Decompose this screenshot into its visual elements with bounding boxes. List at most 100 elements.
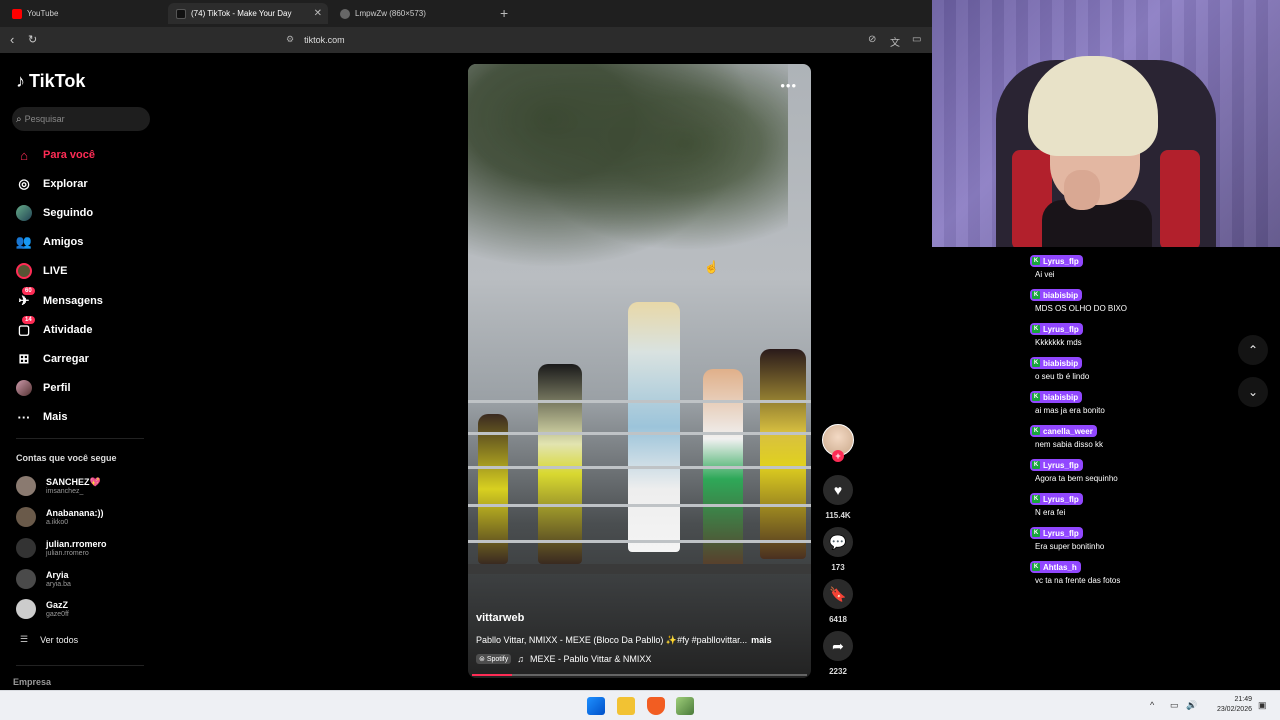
tray-chevron-icon[interactable]: ^	[1150, 700, 1154, 710]
followed-account[interactable]: SANCHEZ💖 imsanchez_	[16, 476, 101, 496]
compass-icon: ◎	[18, 176, 30, 191]
sidebar-item-more[interactable]: ··· Mais	[16, 408, 68, 426]
scroll-up-button[interactable]: ⌃	[1238, 335, 1268, 365]
chat-username[interactable]: K Lyrus_flp	[1030, 493, 1083, 505]
cast-icon[interactable]: ▭	[912, 34, 921, 45]
tab-image[interactable]: LmpwZw (860×573)	[332, 3, 492, 24]
tab-tiktok[interactable]: (74) TikTok - Make Your Day ✕	[168, 3, 328, 24]
minecraft-icon[interactable]	[676, 697, 694, 715]
notification-icon[interactable]: ▣	[1258, 700, 1267, 711]
music-title: MEXE - Pabllo Vittar & NMIXX	[529, 654, 652, 664]
volume-icon[interactable]: 🔊	[1186, 700, 1197, 711]
url-field[interactable]: ⚙ tiktok.com	[286, 34, 345, 45]
chat-message-text: N era fei	[1035, 508, 1066, 517]
activity-icon: ▢ 14	[16, 316, 35, 338]
sidebar-item-label: Carregar	[43, 353, 89, 365]
followed-account[interactable]: Anabanana:)) a.ikko0	[16, 507, 104, 527]
follow-plus-icon[interactable]: +	[832, 450, 844, 462]
sidebar-item-following[interactable]: Seguindo	[16, 204, 93, 222]
tiktok-logo[interactable]: ♪ TikTok	[16, 71, 85, 92]
followed-account[interactable]: Aryia aryia.ba	[16, 569, 71, 589]
profile-icon	[16, 380, 32, 396]
network-icon[interactable]: ▭	[1170, 700, 1179, 711]
chat-username[interactable]: Kbiabisbip	[1030, 357, 1083, 369]
chat-username[interactable]: K Ahtlas_h	[1030, 561, 1081, 573]
sidebar-item-explore[interactable]: ◎ Explorar	[16, 175, 87, 193]
account-name: Aryia	[46, 569, 69, 580]
chat-username[interactable]: Kcanella_weer	[1030, 425, 1097, 437]
sidebar-item-for-you[interactable]: ⌂ Para você	[16, 146, 95, 164]
chat-badge-icon: K	[1032, 563, 1040, 571]
video-frame-rail	[468, 466, 811, 469]
followed-account[interactable]: GazZ gaze0ff	[16, 599, 69, 619]
share-button[interactable]: ➦	[823, 631, 853, 661]
chevron-down-icon: ⌄	[1247, 385, 1259, 399]
eye-off-icon[interactable]: ⊘	[868, 34, 876, 45]
url-text: tiktok.com	[304, 34, 345, 45]
sidebar-item-profile[interactable]: Perfil	[16, 379, 71, 397]
chat-username[interactable]: Kbiabisbip	[1030, 391, 1083, 403]
see-all-link[interactable]: ☰ Ver todos	[20, 634, 78, 645]
sidebar-item-label: Atividade	[43, 324, 93, 336]
like-button[interactable]: ♥	[823, 475, 853, 505]
sidebar-item-label: Seguindo	[43, 207, 94, 219]
chat-badge-icon: K	[1032, 495, 1040, 503]
close-tab-icon[interactable]: ✕	[314, 8, 322, 19]
back-icon[interactable]: ‹	[10, 32, 14, 47]
chat-username-text: biabisbip	[1043, 392, 1079, 402]
following-section-title: Contas que você segue	[16, 453, 117, 463]
chat-username[interactable]: K Lyrus_flp	[1030, 323, 1083, 335]
reload-icon[interactable]: ↻	[28, 33, 37, 46]
file-explorer-icon[interactable]	[617, 697, 635, 715]
video-music[interactable]: ⊜ Spotify ♫ MEXE - Pabllo Vittar & NMIXX	[476, 654, 651, 664]
video-player[interactable]: ••• ☝ vittarweb Pabllo Vittar, NMIXX - M…	[468, 64, 811, 678]
video-frame-rail	[468, 432, 811, 435]
account-name: julian.rromero	[46, 538, 107, 549]
site-settings-icon[interactable]: ⚙	[286, 34, 294, 45]
like-count: 115.4K	[825, 511, 851, 520]
search-input[interactable]: ⌕ Pesquisar	[12, 107, 150, 131]
new-tab-icon[interactable]: +	[500, 5, 508, 21]
sidebar-item-label: Para você	[43, 149, 95, 161]
video-frame-stage	[468, 564, 811, 574]
tab-youtube[interactable]: YouTube	[4, 3, 164, 24]
chat-username[interactable]: K Lyrus_flp	[1030, 255, 1083, 267]
webcam-person-hair	[1028, 56, 1158, 156]
clock-time: 21:49	[1234, 696, 1252, 703]
comment-button[interactable]: 💬	[823, 527, 853, 557]
chat-message-text: Era super bonitinho	[1035, 542, 1105, 551]
sidebar-item-activity[interactable]: ▢ 14 Atividade	[16, 316, 93, 339]
video-frame-rail	[468, 504, 811, 507]
system-clock[interactable]: 21:49 23/02/2026	[1204, 695, 1252, 715]
chat-username[interactable]: K Lyrus_flp	[1030, 527, 1083, 539]
messages-badge: 60	[22, 287, 35, 295]
translate-icon[interactable]: 文	[890, 34, 900, 49]
save-button[interactable]: 🔖	[823, 579, 853, 609]
video-more-options-icon[interactable]: •••	[780, 78, 797, 93]
scroll-down-button[interactable]: ⌄	[1238, 377, 1268, 407]
brave-browser-icon[interactable]	[647, 697, 665, 715]
sidebar-item-upload[interactable]: ⊞ Carregar	[16, 350, 89, 368]
windows-start-icon[interactable]	[587, 697, 605, 715]
comment-count: 173	[831, 563, 845, 572]
description-more-link[interactable]: mais	[751, 635, 772, 645]
video-progress-bar[interactable]	[472, 674, 807, 676]
sidebar-item-live[interactable]: LIVE	[16, 262, 67, 280]
messages-icon: ✈ 60	[16, 287, 35, 309]
chat-message: K Lyrus_flp Agora ta bem sequinho	[1030, 453, 1118, 483]
chat-message-text: o seu tb é lindo	[1035, 372, 1090, 381]
chat-username-text: Ahtlas_h	[1043, 562, 1077, 572]
video-frame-rail	[468, 540, 811, 543]
logo-text: TikTok	[29, 71, 86, 91]
followed-account[interactable]: julian.rromero julian.rromero	[16, 538, 107, 558]
chat-username[interactable]: Kbiabisbip	[1030, 289, 1083, 301]
spotify-badge[interactable]: ⊜ Spotify	[476, 654, 512, 664]
footer-company-link[interactable]: Empresa	[13, 677, 51, 687]
webcam-person-body	[1042, 200, 1152, 247]
chat-username[interactable]: K Lyrus_flp	[1030, 459, 1083, 471]
video-author[interactable]: vittarweb	[476, 612, 524, 624]
stream-chat: K Lyrus_flp Ai vei Kbiabisbip MDS OS OLHO DO…	[1028, 247, 1258, 590]
sidebar-item-messages[interactable]: ✈ 60 Mensagens	[16, 287, 103, 310]
sidebar-item-friends[interactable]: 👥 Amigos	[16, 233, 83, 251]
video-frame-rail	[468, 400, 811, 403]
